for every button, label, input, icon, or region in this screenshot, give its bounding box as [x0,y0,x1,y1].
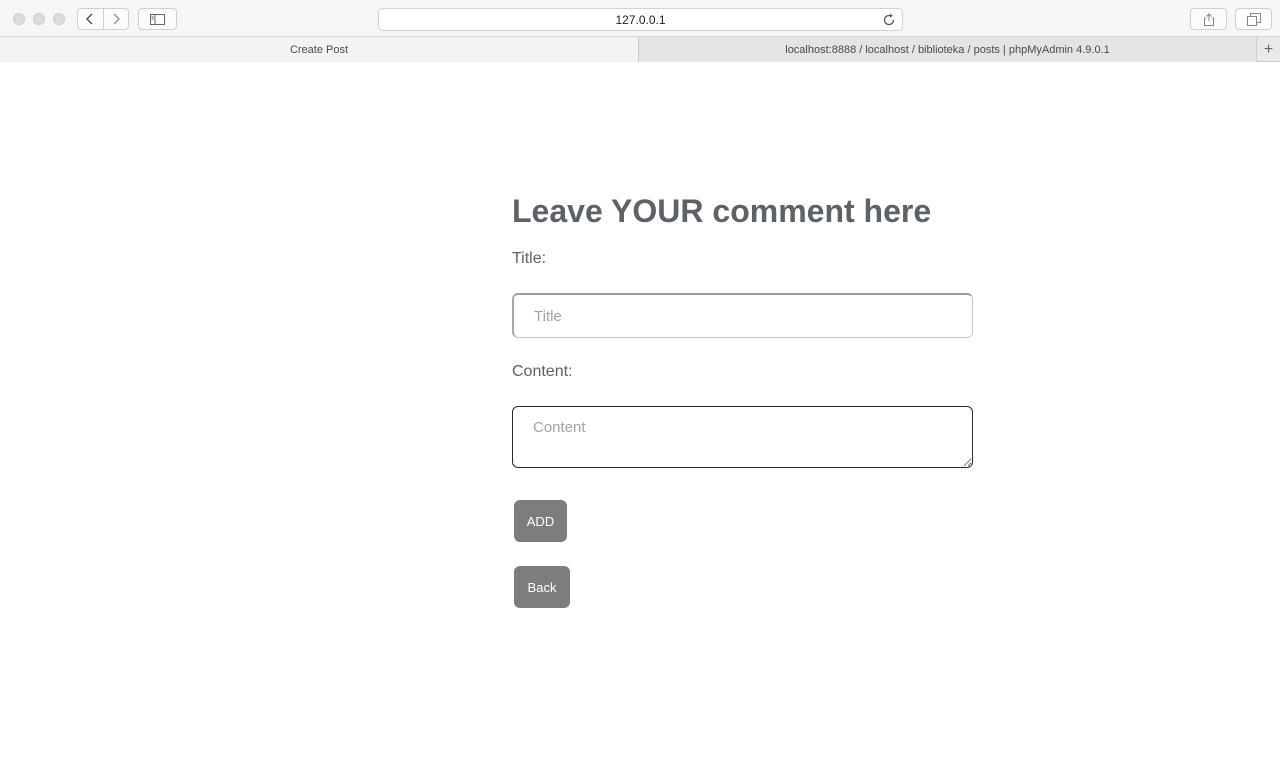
reload-button[interactable] [882,13,896,27]
share-button[interactable] [1190,8,1227,30]
tab-strip: Create Post localhost:8888 / localhost /… [0,37,1280,62]
browser-toolbar: 127.0.0.1 [0,0,1280,37]
forward-icon [113,13,121,25]
address-text: 127.0.0.1 [615,12,666,27]
tab-create-post[interactable]: Create Post [0,37,639,62]
new-tab-button[interactable]: + [1256,37,1280,62]
new-tab-icon: + [1263,40,1274,58]
tab-label: localhost:8888 / localhost / biblioteka … [785,43,1110,56]
reload-icon [883,13,895,26]
window-close-button[interactable] [13,13,25,25]
page-heading: Leave YOUR comment here [512,193,932,229]
title-label: Title: [512,250,547,267]
tab-overview-button[interactable] [1235,8,1272,30]
tab-phpmyadmin[interactable]: localhost:8888 / localhost / biblioteka … [639,37,1256,62]
browser-window: 127.0.0.1 Create Post localhost:8888 / l… [0,0,1280,778]
navigation-buttons [77,8,129,30]
add-button[interactable]: ADD [514,500,567,542]
back-icon [86,13,94,25]
sidebar-toggle-button[interactable] [138,8,177,30]
back-nav-button[interactable] [78,9,103,29]
sidebar-icon [150,13,165,25]
tab-label: Create Post [289,43,349,56]
window-minimize-button[interactable] [33,13,45,25]
window-zoom-button[interactable] [53,13,65,25]
tabs-overview-icon [1246,12,1261,26]
title-input[interactable] [512,293,973,338]
forward-nav-button[interactable] [102,9,128,29]
page-content: Leave YOUR comment here Title: Content: … [0,63,1280,778]
address-bar[interactable]: 127.0.0.1 [378,8,903,31]
create-post-form: Leave YOUR comment here Title: Content: … [512,187,973,608]
back-button[interactable]: Back [514,566,570,608]
content-textarea[interactable] [512,406,973,468]
content-label: Content: [512,363,573,380]
share-icon [1203,12,1214,26]
